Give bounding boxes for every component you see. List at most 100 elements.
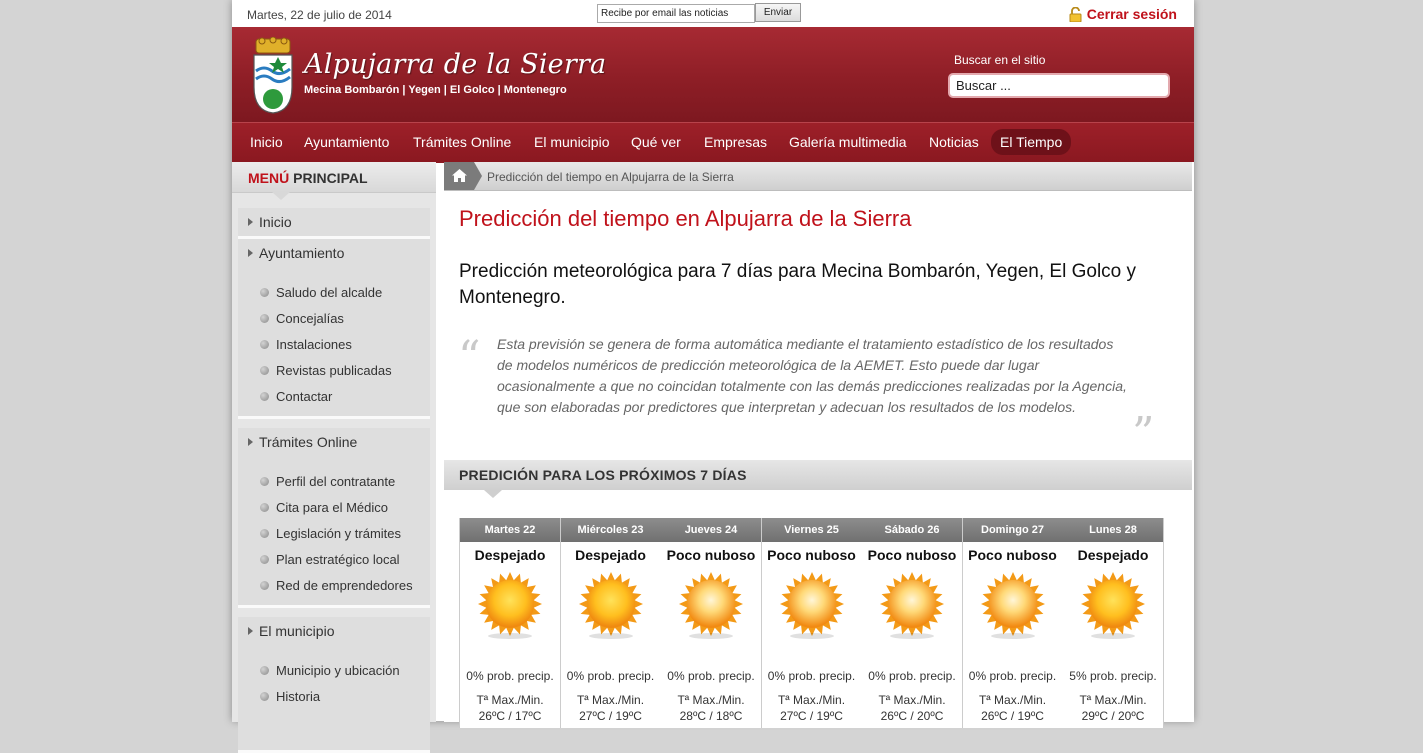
- menu-title-highlight: MENÚ: [248, 170, 290, 186]
- bullet-icon: [260, 555, 269, 564]
- menu-title-rest: PRINCIPAL: [289, 170, 368, 186]
- sun-clear-icon: [577, 572, 645, 640]
- main-content: Predicción del tiempo en Alpujarra de la…: [444, 162, 1194, 728]
- breadcrumb-home-link[interactable]: [444, 162, 482, 190]
- forecast-precipitation: 5% prob. precip.: [1069, 669, 1157, 683]
- sidebar-item-label: Ayuntamiento: [259, 245, 345, 261]
- sidebar-section: Inicio: [238, 208, 430, 239]
- lock-icon: [1069, 6, 1082, 22]
- forecast-temp-label: Tª Max./Min.: [576, 693, 645, 707]
- sidebar-subitem[interactable]: Perfil del contratante: [238, 469, 430, 495]
- nav-item-que-ver[interactable]: Qué ver: [622, 129, 690, 155]
- sidebar-subitem[interactable]: Legislación y trámites: [238, 521, 430, 547]
- forecast-precipitation: 0% prob. precip.: [667, 669, 755, 683]
- bullet-icon: [260, 477, 269, 486]
- home-icon: [452, 169, 467, 182]
- forecast-sky-state: Despejado: [575, 547, 646, 563]
- nav-item-inicio[interactable]: Inicio: [241, 129, 292, 155]
- forecast-day: Miércoles 23 Despejado 0% prob. precip. Tª …: [560, 518, 662, 728]
- forecast-sky-state: Poco nuboso: [968, 547, 1057, 563]
- forecast-sky-state: Poco nuboso: [867, 547, 957, 563]
- triangle-right-icon: [248, 627, 253, 635]
- sun-hazy-icon: [778, 572, 846, 640]
- site-title[interactable]: Alpujarra de la Sierra: [304, 49, 606, 80]
- sidebar-subitem[interactable]: Red de emprendedores: [238, 573, 430, 599]
- nav-item-noticias[interactable]: Noticias: [920, 129, 988, 155]
- sidebar-subitem[interactable]: Historia: [238, 684, 430, 710]
- forecast-day-name: Miércoles 23: [560, 518, 661, 542]
- nav-item-ayuntamiento[interactable]: Ayuntamiento: [295, 129, 398, 155]
- page: Martes, 22 de julio de 2014 Enviar Cerra…: [232, 0, 1194, 753]
- sun-clear-icon: [1079, 572, 1147, 640]
- bullet-icon: [260, 666, 269, 675]
- sidebar-section: El municipio Municipio y ubicación Histori…: [238, 617, 430, 753]
- newsletter-submit-button[interactable]: Enviar: [755, 3, 801, 22]
- sidebar-subitem-label: Legislación y trámites: [276, 526, 401, 541]
- forecast-precipitation: 0% prob. precip.: [566, 669, 655, 683]
- forecast-header-pointer: [484, 490, 502, 498]
- page-subtitle: Predicción meteorológica para 7 días par…: [459, 261, 1137, 308]
- triangle-right-icon: [248, 218, 253, 226]
- triangle-right-icon: [248, 249, 253, 257]
- forecast-day: Jueves 24 Poco nuboso 0% prob. precip. Tª M…: [661, 518, 762, 728]
- sidebar-subitem[interactable]: Contactar: [238, 384, 430, 410]
- sidebar-item-ayuntamiento[interactable]: Ayuntamiento: [238, 239, 430, 267]
- nav-item-el-municipio[interactable]: El municipio: [525, 129, 618, 155]
- forecast-day: Domingo 27 Poco nuboso 0% prob. precip. Tª …: [962, 518, 1064, 728]
- sidebar-subitem[interactable]: Concejalías: [238, 306, 430, 332]
- sidebar-subitem[interactable]: Municipio y ubicación: [238, 658, 430, 684]
- forecast-day-name: Sábado 26: [862, 518, 962, 542]
- forecast-day-name: Lunes 28: [1063, 518, 1163, 542]
- sidebar-subitem-label: Revistas publicadas: [276, 363, 392, 378]
- sidebar-subitem[interactable]: Cita para el Médico: [238, 495, 430, 521]
- sidebar-item-inicio[interactable]: Inicio: [238, 208, 430, 236]
- forecast-temp-label: Tª Max./Min.: [677, 693, 745, 707]
- sidebar-subitem[interactable]: Instalaciones: [238, 332, 430, 358]
- bullet-icon: [260, 581, 269, 590]
- sidebar-subitem-label: Red de emprendedores: [276, 578, 413, 593]
- forecast-temp-label: Tª Max./Min.: [1079, 693, 1147, 707]
- logout-label: Cerrar sesión: [1086, 6, 1177, 22]
- sidebar-item-el-municipio[interactable]: El municipio: [238, 617, 430, 645]
- forecast-sky-state: Despejado: [1077, 547, 1149, 563]
- site-search-input[interactable]: [948, 73, 1170, 98]
- sidebar-subitem-label: Plan estratégico local: [276, 552, 400, 567]
- sidebar-subitem[interactable]: Plan estratégico local: [238, 547, 430, 573]
- sidebar-item-label: Trámites Online: [259, 434, 358, 450]
- forecast-temp-label: Tª Max./Min.: [978, 693, 1047, 707]
- nav-item-empresas[interactable]: Empresas: [695, 129, 776, 155]
- sidebar-subitem[interactable]: Saludo del alcalde: [238, 280, 430, 306]
- bullet-icon: [260, 692, 269, 701]
- forecast-day: Viernes 25 Poco nuboso 0% prob. precip. Tª …: [761, 518, 863, 728]
- forecast-precipitation: 0% prob. precip.: [868, 669, 956, 683]
- bullet-icon: [260, 503, 269, 512]
- forecast-precipitation: 0% prob. precip.: [968, 669, 1057, 683]
- sidebar: MENÚ PRINCIPAL Inicio Ayuntamiento Saludo …: [232, 162, 436, 753]
- sidebar-subitem-label: Contactar: [276, 389, 333, 404]
- newsletter-email-input[interactable]: [597, 4, 755, 23]
- bullet-icon: [260, 288, 269, 297]
- bullet-icon: [260, 366, 269, 375]
- nav-item-el-tiempo[interactable]: El Tiempo: [991, 129, 1072, 155]
- sidebar-subitem-label: Cita para el Médico: [276, 500, 388, 515]
- forecast-sky-state: Poco nuboso: [666, 547, 756, 563]
- nav-item-galeria-multimedia[interactable]: Galería multimedia: [780, 129, 916, 155]
- site-subtitle: Mecina Bombarón | Yegen | El Golco | Mon…: [304, 84, 567, 96]
- breadcrumb: Predicción del tiempo en Alpujarra de la…: [444, 162, 1192, 191]
- sun-hazy-icon: [677, 572, 745, 640]
- forecast-section-title: PREDICIÓN PARA LOS PRÓXIMOS 7 DÍAS: [459, 467, 747, 483]
- logout-link[interactable]: Cerrar sesión: [1069, 6, 1177, 22]
- current-date: Martes, 22 de julio de 2014: [247, 8, 392, 22]
- open-quote-icon: “: [458, 332, 481, 383]
- sidebar-subitem[interactable]: Revistas publicadas: [238, 358, 430, 384]
- town-crest-logo[interactable]: [250, 37, 296, 115]
- sidebar-subitem-label: Concejalías: [276, 311, 344, 326]
- sidebar-subitem-label: Municipio y ubicación: [276, 663, 400, 678]
- sidebar-item-tramites-online[interactable]: Trámites Online: [238, 428, 430, 456]
- bullet-icon: [260, 392, 269, 401]
- nav-item-tramites-online[interactable]: Trámites Online: [404, 129, 520, 155]
- breadcrumb-current: Predicción del tiempo en Alpujarra de la…: [487, 170, 734, 184]
- forecast-day-name: Domingo 27: [962, 518, 1063, 542]
- sidebar-subitem-label: Perfil del contratante: [276, 474, 396, 489]
- main-navigation: Inicio Ayuntamiento Trámites Online El muni…: [232, 122, 1194, 163]
